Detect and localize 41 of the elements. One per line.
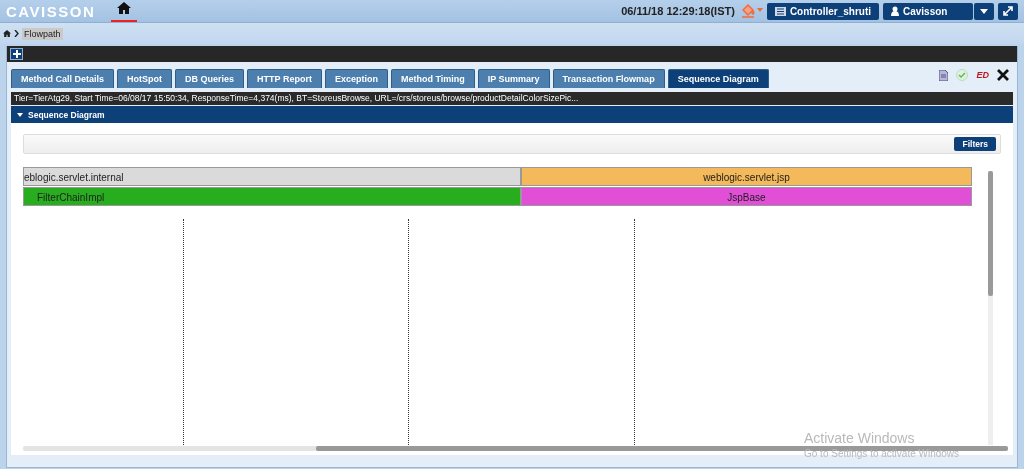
horizontal-scrollbar[interactable] [23,446,1008,451]
logo: CAVISSON [6,2,96,20]
user-icon [891,6,899,16]
caret-down-icon [980,8,988,14]
tab[interactable]: Transaction Flowmap [552,69,665,88]
package-lane[interactable]: eblogic.servlet.internal [23,167,521,186]
ed-icon[interactable]: ED [976,70,989,80]
activation-notice-title: Activate Windows [804,430,916,446]
tab[interactable]: Method Timing [390,69,475,88]
section-title: Sequence Diagram [28,109,105,120]
tab[interactable]: HotSpot [117,69,172,88]
home-icon[interactable] [3,30,11,37]
tab[interactable]: Sequence Diagram [667,69,769,88]
chevron-icon [14,30,19,37]
close-icon[interactable] [997,69,1009,81]
info-bar: Tier=TierAtg29, Start Time=06/08/17 15:50:34, ResponseTime=4,374(ms), BT=StoreusBrowse, URL=/crs/storeus/browse/productDetailColorSizePic... [11,92,1013,105]
tab[interactable]: Exception [324,69,388,88]
filters-button[interactable]: Filters [954,137,996,151]
user-button[interactable]: Cavisson [883,2,973,20]
check-circle-icon[interactable] [956,69,969,81]
controller-button[interactable]: Controller_shruti [766,2,879,20]
section-header[interactable]: Sequence Diagram [11,106,1013,123]
expand-icon [1003,6,1013,16]
home-icon[interactable] [117,2,132,14]
list-icon [774,6,786,16]
caret-down-icon[interactable] [17,112,23,117]
add-button[interactable] [10,48,23,60]
activation-notice-text: Go to Settings to activate Windows [804,448,960,459]
breadcrumb-item[interactable]: Flowpath [22,27,63,40]
vertical-scrollbar[interactable] [988,171,993,445]
class-lane[interactable]: FilterChainImpl [23,187,521,206]
tab[interactable]: DB Queries [175,69,245,88]
tab[interactable]: IP Summary [477,69,550,88]
tab[interactable]: HTTP Report [247,69,322,88]
date-time: 06/11/18 12:29:18(IST) [621,5,735,17]
dropdown-button[interactable] [974,2,994,20]
class-lane[interactable]: JspBase [521,187,972,206]
tab[interactable]: Method Call Details [11,69,114,88]
document-icon[interactable] [939,69,949,81]
fullscreen-button[interactable] [998,2,1018,20]
package-lane[interactable]: weblogic.servlet.jsp [521,167,972,186]
